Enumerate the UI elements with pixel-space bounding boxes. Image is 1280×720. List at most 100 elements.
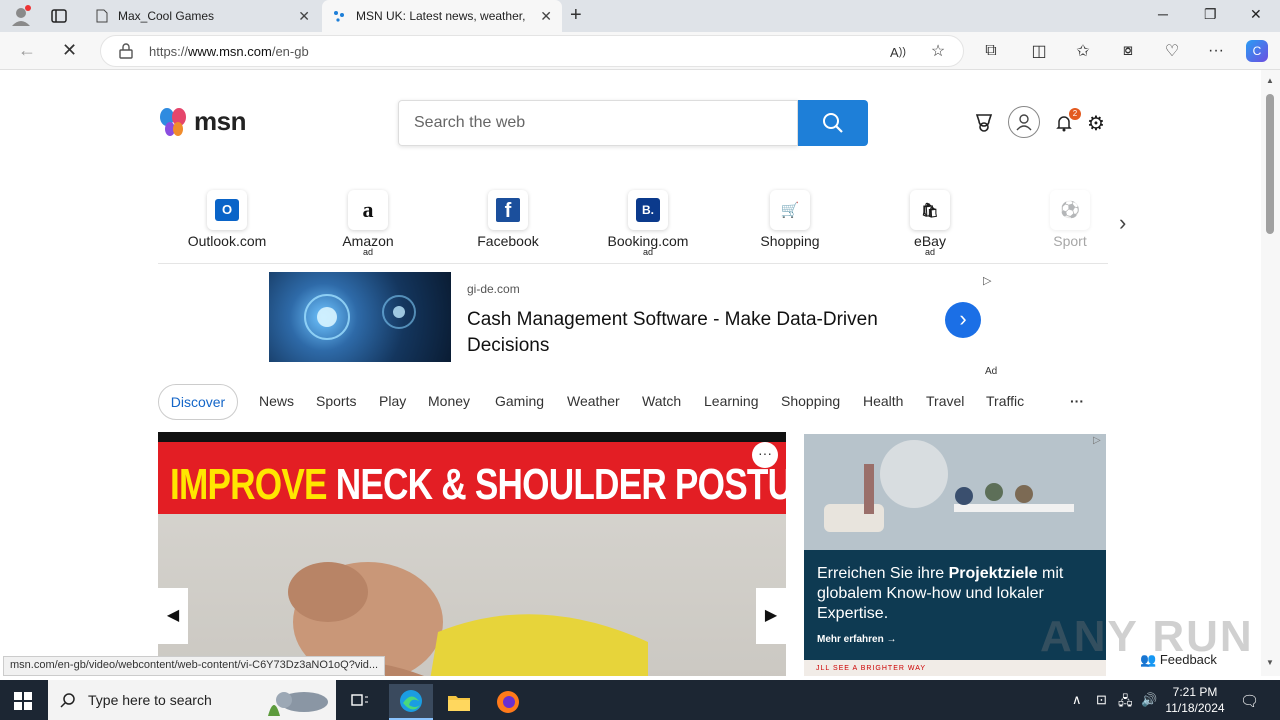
tab-more-icon[interactable]: ···	[1070, 393, 1084, 409]
ad-banner[interactable]: gi-de.com Cash Management Software - Mak…	[269, 272, 997, 362]
tab-traffic[interactable]: Traffic	[986, 393, 1024, 409]
quicklink-ebay[interactable]: 🛍 eBay ad	[875, 185, 985, 257]
favorite-star-icon[interactable]: ☆	[927, 40, 949, 62]
account-icon[interactable]	[1008, 106, 1040, 138]
network-icon[interactable]: 🖧	[1118, 692, 1133, 714]
ad-banner-image[interactable]	[269, 272, 451, 362]
taskbar-search-box[interactable]: Type here to search	[48, 680, 336, 720]
ad-go-arrow-icon[interactable]: ›	[945, 302, 981, 338]
task-view-icon[interactable]	[338, 684, 382, 720]
side-ad-cta[interactable]: Mehr erfahren →	[817, 634, 896, 645]
search-input[interactable]: Search the web	[398, 100, 798, 146]
feedback-icon: 👥	[1140, 652, 1160, 667]
favorites-icon[interactable]: ✩	[1072, 40, 1094, 62]
scroll-up-icon[interactable]: ▲	[1266, 76, 1274, 85]
profile-icon[interactable]	[8, 4, 34, 28]
new-tab-icon[interactable]: +	[570, 4, 582, 27]
ad-marker: ad	[362, 247, 373, 257]
carousel-prev-icon[interactable]: ◀	[158, 588, 188, 644]
quicklink-label: Shopping	[760, 233, 820, 249]
tab-news[interactable]: News	[259, 393, 294, 409]
page-scrollbar[interactable]: ▲ ▼	[1261, 70, 1280, 676]
collections-icon[interactable]: ⧇	[1117, 40, 1139, 62]
back-icon[interactable]: ←	[18, 40, 36, 61]
clock-time: 7:21 PM	[1172, 685, 1218, 699]
tab-watch[interactable]: Watch	[642, 393, 681, 409]
booking-icon: B.	[636, 198, 660, 222]
browser-essentials-icon[interactable]: ♡	[1161, 40, 1183, 62]
split-screen-icon[interactable]: ◫	[1028, 40, 1050, 62]
ad-label: Ad	[985, 366, 998, 377]
tab-max-cool-games[interactable]: Max_Cool Games ✕	[86, 0, 320, 32]
close-tab-icon[interactable]: ✕	[540, 8, 552, 25]
taskbar-file-explorer-icon[interactable]	[437, 684, 481, 720]
rewards-icon[interactable]	[973, 112, 995, 134]
tab-gaming[interactable]: Gaming	[495, 393, 544, 409]
windows-start-icon[interactable]	[14, 692, 32, 710]
system-clock[interactable]: 7:21 PM 11/18/2024	[1160, 684, 1230, 716]
scroll-thumb[interactable]	[1266, 94, 1274, 234]
taskbar-edge-icon[interactable]	[389, 684, 433, 720]
quicklink-booking[interactable]: B. Booking.com ad	[593, 185, 703, 257]
quicklink-shopping[interactable]: 🛒 Shopping	[735, 185, 845, 249]
ad-headline[interactable]: Cash Management Software - Make Data-Dri…	[467, 307, 937, 359]
outlook-icon: O	[215, 199, 239, 221]
search-placeholder: Search the web	[414, 114, 526, 131]
browser-tab-bar: Max_Cool Games ✕ MSN UK: Latest news, we…	[0, 0, 1280, 32]
quicklink-facebook[interactable]: f Facebook	[453, 185, 563, 249]
close-tab-icon[interactable]: ✕	[298, 8, 310, 25]
taskbar-search-placeholder: Type here to search	[88, 692, 212, 708]
more-menu-icon[interactable]: ···	[1205, 40, 1227, 62]
address-bar[interactable]: https://www.msn.com/en-gb A)) ☆	[100, 35, 964, 67]
hero-banner: IMPROVE NECK & SHOULDER POSTURE	[158, 442, 786, 514]
stop-icon[interactable]: ✕	[62, 40, 77, 61]
tab-money[interactable]: Money	[428, 393, 470, 409]
tab-actions-icon[interactable]	[46, 4, 72, 28]
tab-shopping[interactable]: Shopping	[781, 393, 840, 409]
settings-gear-icon[interactable]: ⚙	[1085, 112, 1107, 135]
read-aloud-icon[interactable]: A))	[887, 41, 909, 63]
tab-discover[interactable]: Discover	[158, 384, 238, 420]
lock-icon[interactable]	[119, 43, 133, 59]
side-ad-image	[804, 434, 1106, 550]
tab-weather[interactable]: Weather	[567, 393, 620, 409]
feedback-label: Feedback	[1159, 652, 1217, 667]
sport-ball-icon: ⚽	[1060, 202, 1080, 219]
restore-icon[interactable]: ❐	[1204, 6, 1217, 23]
page-icon	[96, 9, 108, 23]
quicklinks-next-chevron-icon[interactable]: ›	[1119, 210, 1126, 236]
taskbar-firefox-icon[interactable]	[486, 684, 530, 720]
url-text[interactable]: https://www.msn.com/en-gb	[149, 44, 309, 59]
notification-center-icon[interactable]: 🗨	[1240, 692, 1259, 710]
windows-taskbar: Type here to search ∧ ⊡ 🖧 🔊 7:21 PM 11/1…	[0, 680, 1280, 720]
volume-icon[interactable]: 🔊	[1141, 692, 1157, 708]
quicklink-outlook[interactable]: O Outlook.com	[172, 185, 282, 249]
search-button[interactable]	[798, 100, 868, 146]
carousel-next-icon[interactable]: ▶	[756, 588, 786, 644]
quicklink-sport[interactable]: ⚽ Sport	[1015, 185, 1125, 249]
search-icon	[60, 693, 75, 708]
tab-health[interactable]: Health	[863, 393, 903, 409]
close-window-icon[interactable]: ✕	[1250, 6, 1262, 23]
quicklink-amazon[interactable]: a Amazon ad	[313, 185, 423, 257]
feedback-button[interactable]: 👥 Feedback	[1140, 652, 1217, 668]
notification-badge: 2	[1069, 108, 1081, 120]
adchoices-icon[interactable]: ▷	[983, 274, 991, 287]
hero-card[interactable]: IMPROVE NECK & SHOULDER POSTURE ··· ◀ ▶	[158, 432, 786, 676]
show-hidden-icons-icon[interactable]: ∧	[1072, 692, 1082, 708]
minimize-icon[interactable]: ─	[1158, 6, 1168, 22]
tab-msn[interactable]: MSN UK: Latest news, weather, H ✕	[322, 0, 562, 32]
address-bar-row: ← ✕ https://www.msn.com/en-gb A)) ☆ ⧉ ◫ …	[0, 32, 1280, 70]
extensions-icon[interactable]: ⧉	[980, 40, 1002, 62]
tab-learning[interactable]: Learning	[704, 393, 759, 409]
tab-play[interactable]: Play	[379, 393, 406, 409]
hero-more-options-icon[interactable]: ···	[752, 442, 778, 468]
msn-logo[interactable]: msn	[158, 106, 246, 137]
side-adchoices-icon[interactable]: ▷	[1093, 435, 1101, 446]
scroll-down-icon[interactable]: ▼	[1266, 658, 1274, 667]
divider	[158, 263, 1108, 264]
tab-travel[interactable]: Travel	[926, 393, 964, 409]
tab-sports[interactable]: Sports	[316, 393, 356, 409]
copilot-icon[interactable]: C	[1246, 40, 1268, 62]
tray-device-icon[interactable]: ⊡	[1096, 692, 1107, 708]
